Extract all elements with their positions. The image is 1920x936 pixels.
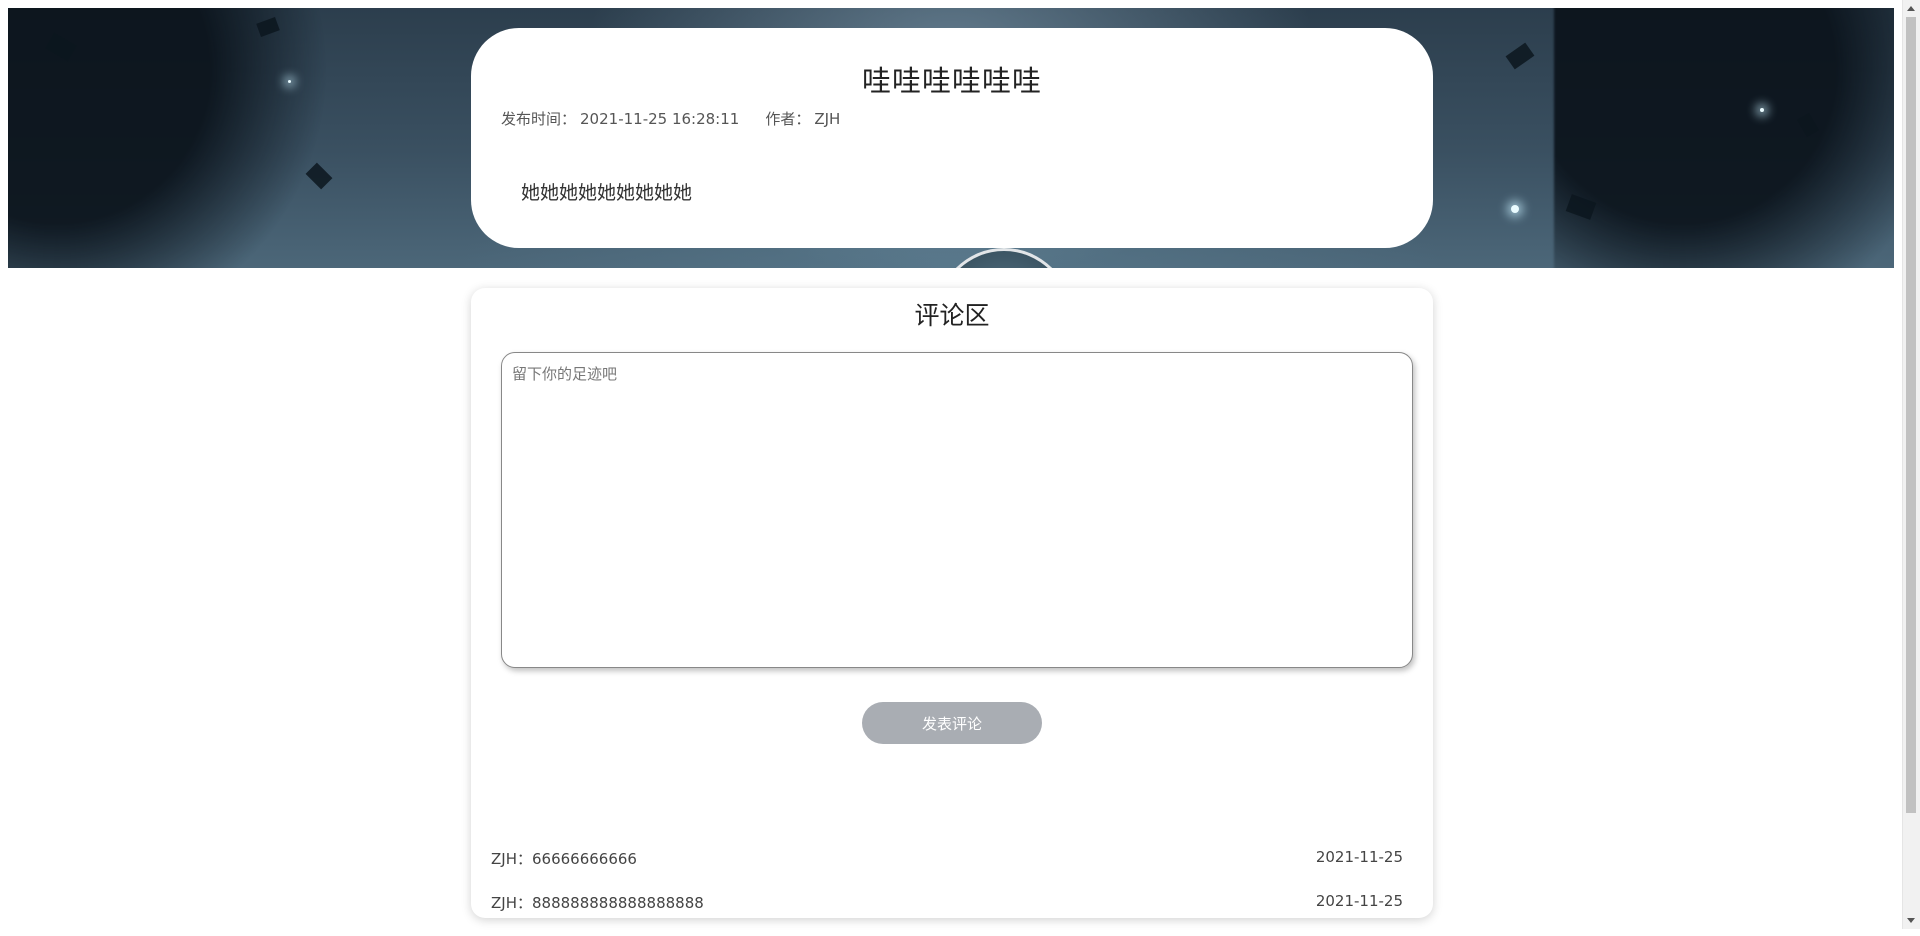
star-decoration — [288, 80, 291, 83]
author-label: 作者： — [765, 110, 811, 128]
comment-text: 66666666666 — [532, 850, 637, 868]
moon-decoration — [936, 248, 1072, 268]
vertical-scrollbar[interactable] — [1902, 0, 1920, 929]
star-decoration — [1760, 108, 1764, 112]
comment-content: ZJH：888888888888888888 — [491, 892, 704, 913]
article-title: 哇哇哇哇哇哇 — [861, 64, 1042, 98]
publish-time: 2021-11-25 16:28:11 — [580, 110, 740, 128]
comment-text: 888888888888888888 — [532, 894, 704, 912]
comment-separator: ： — [516, 894, 532, 912]
comment-section: 评论区 发表评论 ZJH：66666666666 2021-11-25 ZJH：… — [471, 288, 1433, 918]
tree-silhouette-right — [1554, 8, 1894, 268]
publish-time-label: 发布时间： — [501, 110, 577, 128]
scroll-up-arrow-icon[interactable] — [1907, 6, 1915, 11]
author-name: ZJH — [814, 110, 841, 128]
comment-date: 2021-11-25 — [1315, 848, 1403, 866]
comment-input[interactable] — [501, 352, 1413, 668]
comment-date: 2021-11-25 — [1315, 892, 1403, 910]
article-card: 哇哇哇哇哇哇 发布时间： 2021-11-25 16:28:11 作者： ZJH 她她… — [471, 28, 1433, 248]
scrollbar-thumb[interactable] — [1906, 17, 1916, 813]
comment-list: ZJH：66666666666 2021-11-25 ZJH：888888888… — [491, 848, 1403, 936]
comment-section-heading: 评论区 — [914, 301, 990, 330]
star-decoration — [1511, 205, 1519, 213]
submit-comment-button[interactable]: 发表评论 — [862, 702, 1042, 744]
article-body: 她她她她她她她她她 — [521, 182, 693, 204]
article-meta: 发布时间： 2021-11-25 16:28:11 作者： ZJH — [501, 108, 844, 129]
comment-separator: ： — [516, 850, 532, 868]
leaf-decoration — [1505, 42, 1535, 70]
comment-content: ZJH：66666666666 — [491, 848, 637, 869]
comment-user: ZJH — [491, 850, 517, 868]
comment-item: ZJH：66666666666 2021-11-25 — [491, 848, 1403, 892]
comment-user: ZJH — [491, 894, 517, 912]
comment-item: ZJH：888888888888888888 2021-11-25 — [491, 892, 1403, 936]
scroll-down-arrow-icon[interactable] — [1907, 918, 1915, 923]
